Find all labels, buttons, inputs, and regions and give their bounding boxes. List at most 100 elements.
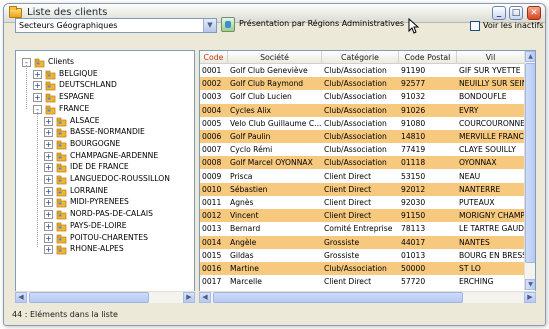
folder-icon bbox=[56, 199, 67, 208]
cell-categorie: Club/Association bbox=[324, 118, 387, 128]
table-row[interactable]: 0015 Gildas Grossiste 01013 BOURG EN BRESSE bbox=[200, 249, 525, 262]
table-horizontal-scrollbar[interactable]: ◀ ▶ bbox=[199, 291, 536, 303]
tree-node-region[interactable]: + LANGUEDOC-ROUSSILLON bbox=[16, 174, 194, 186]
tree-node-region[interactable]: + PAYS-DE-LOIRE bbox=[16, 221, 194, 233]
column-header-categorie[interactable]: Catégorie bbox=[322, 51, 399, 64]
tree-node-label: MIDI-PYRENEES bbox=[70, 197, 129, 207]
table-row[interactable]: 0011 Agnès Client Direct 92030 PUTEAUX bbox=[200, 196, 525, 209]
sector-select[interactable]: Secteurs Géographiques ▼ bbox=[15, 18, 217, 33]
tree-node-region[interactable]: + IDE DE FRANCE bbox=[16, 162, 194, 174]
cell-code: 0005 bbox=[202, 118, 222, 128]
tree-node-region[interactable]: + LORRAINE bbox=[16, 186, 194, 198]
tree-node-country[interactable]: + ESPAGNE bbox=[16, 92, 194, 104]
table-row[interactable]: 0003 Golf Club Lucien Club/Association 9103… bbox=[200, 90, 525, 103]
expand-icon[interactable]: + bbox=[44, 128, 53, 138]
scroll-left-icon[interactable]: ◀ bbox=[15, 292, 27, 303]
cell-societe: Gildas bbox=[230, 250, 254, 260]
tree-node-region[interactable]: + POITOU-CHARENTES bbox=[16, 233, 194, 245]
expand-icon[interactable]: + bbox=[44, 245, 53, 255]
scroll-left-icon[interactable]: ◀ bbox=[199, 292, 211, 303]
cell-cp: 01013 bbox=[401, 250, 426, 260]
column-header-code[interactable]: Code bbox=[200, 51, 228, 64]
tree-node-region[interactable]: + ALSACE bbox=[16, 116, 194, 128]
cell-ville: NEUILLY SUR SEIN bbox=[459, 79, 525, 89]
cell-code: 0010 bbox=[202, 184, 222, 194]
tree-node-country[interactable]: + DEUTSCHLAND bbox=[16, 80, 194, 92]
expand-icon[interactable]: + bbox=[33, 69, 42, 79]
tree-node-region[interactable]: + BOURGOGNE bbox=[16, 139, 194, 151]
tree-node-region[interactable]: + RHONE-ALPES bbox=[16, 244, 194, 256]
table-row[interactable]: 0009 Prisca Client Direct 53150 NEAU bbox=[200, 170, 525, 183]
cell-ville: NANTES bbox=[459, 237, 490, 247]
expand-icon[interactable]: + bbox=[44, 151, 53, 161]
cell-societe: Cyclo Rémi bbox=[230, 145, 273, 155]
table-row[interactable]: 0014 Angèle Grossiste 44017 NANTES bbox=[200, 235, 525, 249]
cell-categorie: Club/Association bbox=[324, 92, 387, 102]
scroll-thumb[interactable] bbox=[213, 292, 463, 303]
show-inactive-checkbox[interactable] bbox=[470, 21, 480, 31]
scroll-down-icon[interactable]: ▼ bbox=[525, 279, 535, 290]
scroll-right-icon[interactable]: ▶ bbox=[183, 292, 195, 303]
tree-node-region[interactable]: + MIDI-PYRENEES bbox=[16, 197, 194, 209]
table-row[interactable]: 0016 Martine Club/Association 50000 ST LO bbox=[200, 262, 525, 275]
cell-cp: 91032 bbox=[401, 92, 426, 102]
folder-icon bbox=[56, 245, 67, 255]
cell-cp: 14810 bbox=[401, 132, 426, 141]
clients-table[interactable]: Code Société Catégorie Code Postal Vil 0001 G… bbox=[199, 50, 536, 303]
cell-ville: BOURG EN BRESSE bbox=[459, 250, 525, 260]
expand-icon[interactable]: + bbox=[44, 233, 53, 243]
cell-societe: Golf Club Geneviève bbox=[230, 66, 308, 75]
column-header-cp[interactable]: Code Postal bbox=[399, 51, 457, 64]
table-row[interactable]: 0001 Golf Club Geneviève Club/Association 9… bbox=[200, 64, 525, 77]
expand-icon[interactable]: + bbox=[44, 210, 53, 220]
scroll-thumb[interactable] bbox=[29, 292, 149, 303]
cell-cp: 91080 bbox=[401, 118, 426, 128]
expand-icon[interactable]: + bbox=[44, 139, 53, 149]
expand-icon[interactable]: + bbox=[33, 81, 42, 91]
table-row[interactable]: 0008 Golf Marcel OYONNAX Club/Association 0… bbox=[200, 156, 525, 170]
scroll-thumb[interactable] bbox=[525, 63, 535, 263]
folder-icon bbox=[45, 93, 56, 103]
cell-code: 0008 bbox=[202, 158, 222, 168]
folder-icon bbox=[45, 82, 56, 91]
expand-icon[interactable]: + bbox=[44, 186, 53, 196]
cell-cp: 77419 bbox=[401, 145, 426, 155]
table-row[interactable]: 0017 Marcelle Client Direct 57720 ERCHING bbox=[200, 275, 525, 288]
cell-ville: PUTEAUX bbox=[459, 198, 495, 207]
table-row[interactable]: 0005 Velo Club Guillaume C... Club/Associa… bbox=[200, 117, 525, 130]
tree-node-region[interactable]: + CHAMPAGNE-ARDENNE bbox=[16, 151, 194, 163]
tree-node-label: BOURGOGNE bbox=[70, 138, 121, 148]
table-row[interactable]: 0010 Sébastien Client Direct 92012 NANTERRE bbox=[200, 182, 525, 196]
minimize-icon[interactable]: _ bbox=[492, 6, 506, 20]
expand-icon[interactable]: + bbox=[44, 116, 53, 126]
tree-node-country[interactable]: + BELGIQUE bbox=[16, 69, 194, 81]
expand-icon[interactable]: + bbox=[44, 221, 53, 231]
table-row[interactable]: 0012 Vincent Client Direct 91150 MORIGNY CHA… bbox=[200, 209, 525, 223]
table-row[interactable]: 0002 Golf Club Raymond Club/Association 925… bbox=[200, 77, 525, 91]
table-row[interactable]: 0004 Cycles Alix Club/Association 91026 EVRY bbox=[200, 103, 525, 117]
expand-icon[interactable]: + bbox=[33, 93, 42, 103]
expand-icon[interactable]: + bbox=[44, 175, 53, 184]
scroll-up-icon[interactable]: ▲ bbox=[525, 51, 535, 62]
tree-horizontal-scrollbar[interactable]: ◀ ▶ bbox=[15, 291, 195, 303]
expand-icon[interactable]: + bbox=[44, 198, 53, 208]
vertical-scrollbar[interactable]: ▲ ▼ bbox=[524, 51, 535, 290]
tree-node-root[interactable]: - Clients bbox=[16, 57, 194, 69]
table-row[interactable]: 0006 Golf Paulin Club/Association 14810 MERV… bbox=[200, 130, 525, 143]
scroll-right-icon[interactable]: ▶ bbox=[524, 292, 536, 303]
column-header-ville[interactable]: Vil bbox=[457, 51, 525, 64]
cell-societe: Velo Club Guillaume C... bbox=[230, 118, 322, 128]
expand-icon[interactable]: + bbox=[44, 163, 53, 173]
sector-tree[interactable]: - Clients + BELGIQUE + DEUTSCHLAND + ESPAGNE - FR… bbox=[15, 50, 195, 303]
maximize-icon[interactable]: □ bbox=[509, 6, 523, 20]
table-row[interactable]: 0007 Cyclo Rémi Club/Association 77419 CLAYE… bbox=[200, 143, 525, 156]
region-view-button[interactable] bbox=[221, 17, 235, 32]
tree-node-country[interactable]: - FRANCE bbox=[16, 104, 194, 116]
table-header: Code Société Catégorie Code Postal Vil bbox=[200, 51, 525, 64]
chevron-down-icon[interactable]: ▼ bbox=[203, 19, 216, 32]
column-header-societe[interactable]: Société bbox=[228, 51, 322, 64]
tree-node-region[interactable]: + BASSE-NORMANDIE bbox=[16, 127, 194, 139]
close-icon[interactable]: ✕ bbox=[527, 6, 541, 20]
tree-node-region[interactable]: + NORD-PAS-DE-CALAIS bbox=[16, 209, 194, 221]
table-row[interactable]: 0013 Bernard Comité Entreprise 78113 LE TART… bbox=[200, 222, 525, 235]
